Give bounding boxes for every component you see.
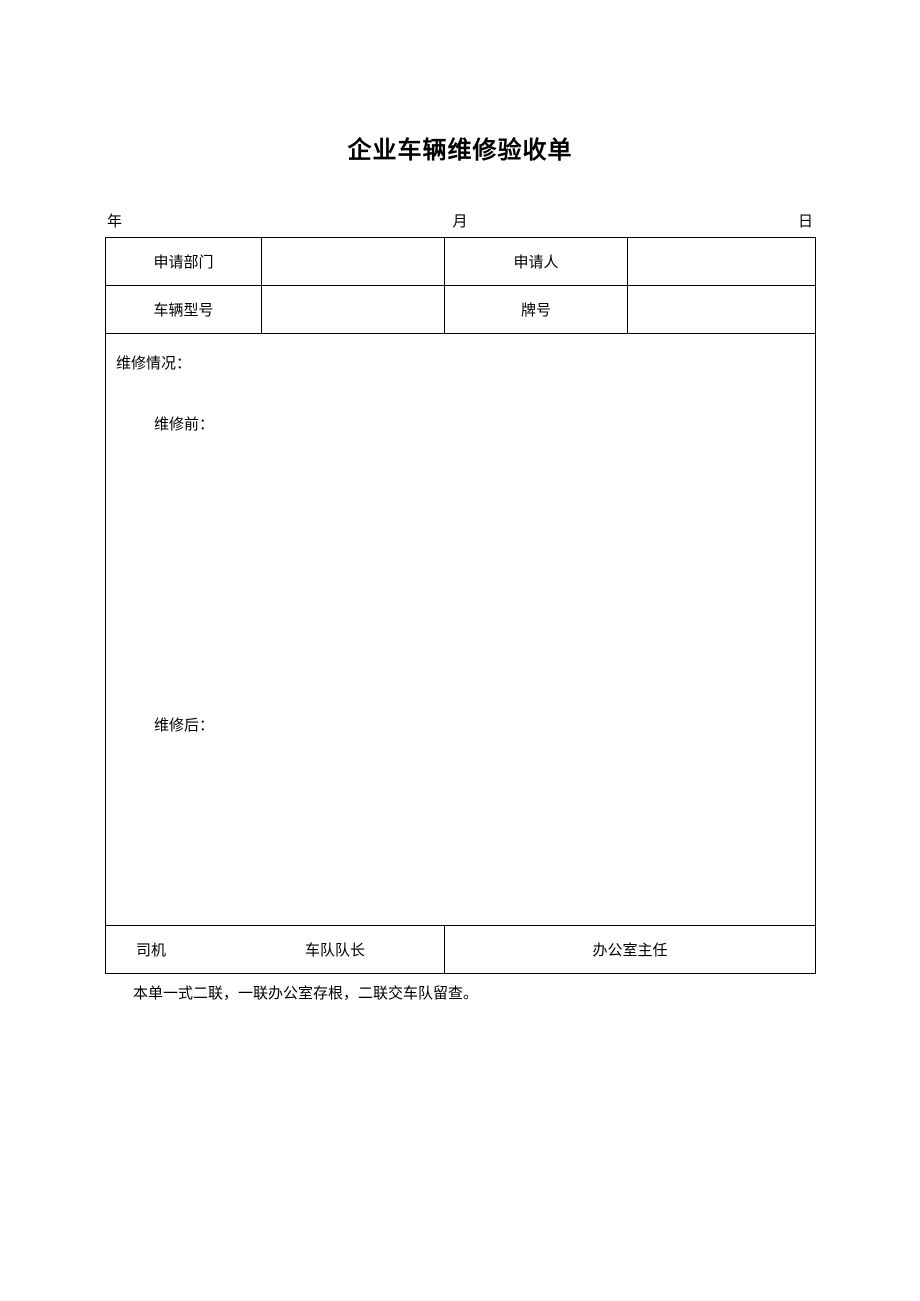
detail-section-label: 维修情况： xyxy=(116,352,805,373)
detail-after-label: 维修后： xyxy=(116,714,805,735)
day-label: 日 xyxy=(798,210,813,231)
cell-model-value xyxy=(262,286,445,334)
document-page: 企业车辆维修验收单 年 月 日 申请部门 申请人 车辆型号 牌号 维修情况： xyxy=(0,0,920,1003)
cell-detail: 维修情况： 维修前： 维修后： xyxy=(106,334,816,926)
footer-note: 本单一式二联，一联办公室存根，二联交车队留查。 xyxy=(105,974,815,1003)
cell-dept-value xyxy=(262,238,445,286)
cell-dept-label: 申请部门 xyxy=(106,238,262,286)
cell-plate-value xyxy=(628,286,816,334)
driver-label: 司机 xyxy=(106,939,275,960)
director-label: 办公室主任 xyxy=(592,939,667,960)
row-detail: 维修情况： 维修前： 维修后： xyxy=(106,334,816,926)
year-label: 年 xyxy=(107,210,122,231)
captain-label: 车队队长 xyxy=(275,939,365,960)
cell-model-label: 车辆型号 xyxy=(106,286,262,334)
document-title: 企业车辆维修验收单 xyxy=(105,130,815,165)
cell-plate-label: 牌号 xyxy=(445,286,628,334)
row-vehicle: 车辆型号 牌号 xyxy=(106,286,816,334)
detail-before-label: 维修前： xyxy=(116,413,805,434)
row-department: 申请部门 申请人 xyxy=(106,238,816,286)
row-signatures: 司机 车队队长 办公室主任 xyxy=(106,926,816,974)
date-row: 年 月 日 xyxy=(105,210,815,237)
cell-sign-right: 办公室主任 xyxy=(445,926,816,974)
form-table: 申请部门 申请人 车辆型号 牌号 维修情况： 维修前： 维修后： 司机 车队队长 xyxy=(105,237,816,974)
cell-sign-left: 司机 车队队长 xyxy=(106,926,445,974)
cell-applicant-label: 申请人 xyxy=(445,238,628,286)
month-label: 月 xyxy=(452,210,467,231)
cell-applicant-value xyxy=(628,238,816,286)
